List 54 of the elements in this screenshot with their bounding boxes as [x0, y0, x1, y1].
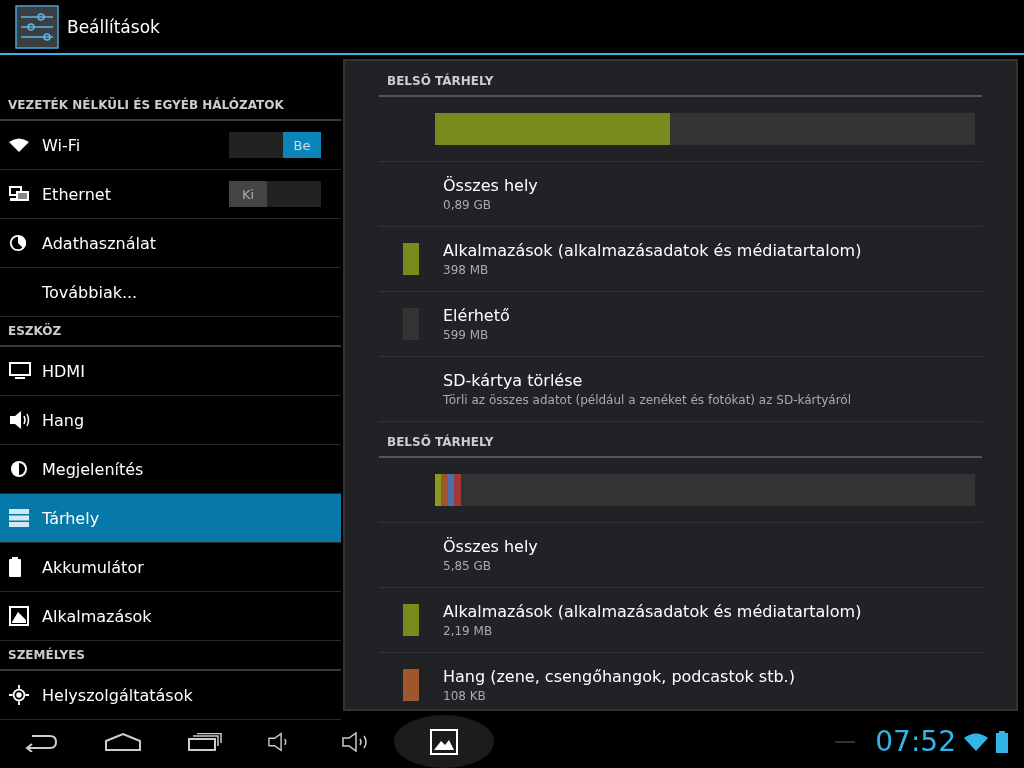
row-value: 2,19 MB [443, 624, 494, 638]
computers-icon [9, 184, 29, 204]
section-header: ESZKÖZ [8, 324, 62, 338]
sidebar-item[interactable]: Továbbiak... [0, 268, 341, 317]
location-target-icon [9, 685, 29, 705]
section-header: BELSŐ TÁRHELY [387, 74, 494, 88]
row-label: Alkalmazások (alkalmazásadatok és médiatartalom) [443, 241, 862, 260]
row-value: 0,89 GB [443, 198, 493, 212]
row-value: 599 MB [443, 328, 490, 342]
row-label: SD-kártya törlése [443, 371, 584, 390]
recent-apps-icon[interactable] [188, 732, 222, 751]
sidebar-item[interactable]: Adathasználat [0, 219, 341, 268]
sidebar-item[interactable]: Ethernet Ki [0, 170, 341, 219]
sidebar-item[interactable]: Alkalmazások [0, 592, 341, 641]
storage-row[interactable]: Elérhető 599 MB [379, 292, 982, 357]
wifi-icon [9, 138, 29, 152]
wifi-icon [964, 732, 988, 751]
sidebar-item[interactable]: Tárhely [0, 494, 341, 543]
storage-row[interactable]: SD-kártya törlése Törli az összes adatot (például a zenéket és fotókat) az SD-kártyáról [379, 357, 982, 422]
row-value: 398 MB [443, 263, 490, 277]
row-label: Hang (zene, csengőhangok, podcastok stb.) [443, 667, 795, 686]
row-label: Összes hely [443, 537, 538, 556]
row-value: Törli az összes adatot (például a zenéket és fotókat) az SD-kártyáról [443, 393, 851, 407]
settings-sliders-icon[interactable] [15, 4, 59, 49]
section-header: SZEMÉLYES [8, 648, 85, 662]
brightness-icon [9, 459, 29, 479]
speaker-icon [9, 410, 31, 430]
app-title: Beállítások [67, 16, 160, 37]
storage-row[interactable]: Összes hely 0,89 GB [379, 162, 982, 227]
section-header: BELSŐ TÁRHELY [387, 435, 494, 449]
row-label: Alkalmazások (alkalmazásadatok és médiatartalom) [443, 602, 862, 621]
sidebar-item[interactable]: Akkumulátor [0, 543, 341, 592]
picture-frame-icon [9, 606, 29, 626]
toggle-switch[interactable]: Ki [229, 181, 321, 207]
monitor-icon [9, 362, 31, 380]
clock: 07:52 [875, 725, 956, 758]
sidebar-item[interactable]: Wi-Fi Be [0, 121, 341, 170]
sidebar-item[interactable]: Helyszolgáltatások [0, 671, 341, 720]
pie-chart-icon [9, 234, 27, 252]
row-label: Elérhető [443, 306, 510, 325]
storage-icon [9, 509, 29, 527]
row-value: 5,85 GB [443, 559, 493, 573]
image-icon [430, 728, 458, 755]
sidebar-item[interactable]: Hang [0, 396, 341, 445]
storage-row[interactable]: Alkalmazások (alkalmazásadatok és médiatartalom) 2,19 MB [379, 588, 982, 653]
storage-row[interactable]: Alkalmazások (alkalmazásadatok és médiatartalom) 398 MB [379, 227, 982, 292]
storage-row[interactable]: Összes hely 5,85 GB [379, 523, 982, 588]
home-icon[interactable] [104, 732, 142, 751]
row-label: Összes hely [443, 176, 538, 195]
section-header: VEZETÉK NÉLKÜLI ÉS EGYÉB HÁLÓZATOK [8, 98, 284, 112]
sidebar-item[interactable]: HDMI [0, 347, 341, 396]
battery-icon [9, 557, 21, 577]
row-value: 108 KB [443, 689, 487, 703]
battery-icon [996, 730, 1008, 753]
